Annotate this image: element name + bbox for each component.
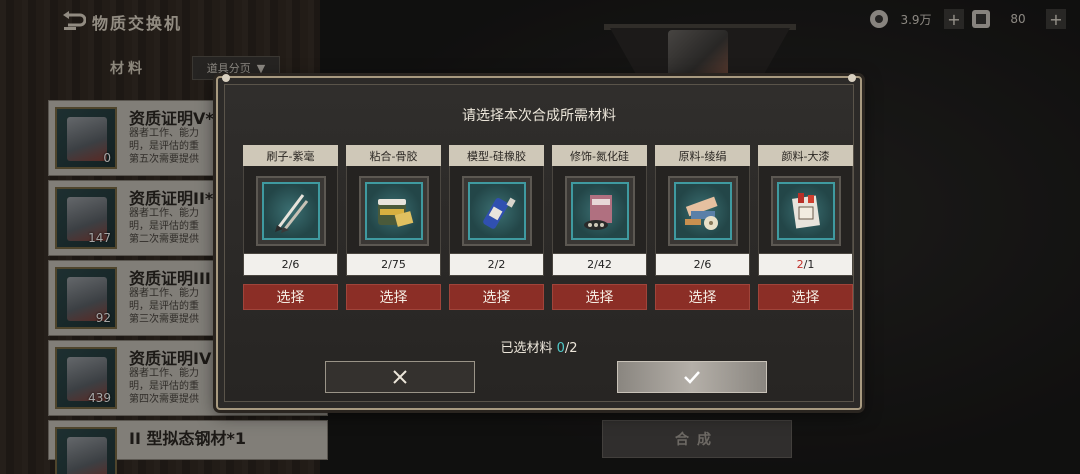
need-count: 6 bbox=[704, 258, 712, 271]
selected-materials-status: 已选材料 0/2 bbox=[500, 341, 578, 356]
slot-frame[interactable] bbox=[771, 176, 841, 246]
material-slot: 粘合-骨胶 2/75 选择 bbox=[346, 145, 441, 310]
material-slot: 修饰-氮化硅 2/42 选择 bbox=[552, 145, 647, 310]
cancel-button[interactable] bbox=[325, 361, 475, 393]
material-slot: 颜料-大漆 2/1 选择 bbox=[758, 145, 853, 310]
check-icon bbox=[684, 371, 700, 384]
slot-frame[interactable] bbox=[256, 176, 326, 246]
selected-label: 已选材料 bbox=[500, 341, 553, 356]
have-count: 2 bbox=[281, 258, 289, 271]
slot-label: 模型-硅橡胶 bbox=[449, 145, 544, 166]
need-count: 2 bbox=[498, 258, 506, 271]
close-icon bbox=[393, 370, 407, 384]
material-slot: 刷子-紫毫 2/6 选择 bbox=[243, 145, 338, 310]
silicone-tube-icon bbox=[483, 197, 516, 229]
need-count: 1 bbox=[807, 258, 815, 271]
slot-count: 2/6 bbox=[243, 254, 338, 276]
have-count: 2 bbox=[587, 258, 595, 271]
have-count: 2 bbox=[381, 258, 389, 271]
powder-packet-icon bbox=[584, 195, 612, 230]
brush-icon bbox=[275, 194, 309, 233]
slot-frame[interactable] bbox=[565, 176, 635, 246]
slot-label: 粘合-骨胶 bbox=[346, 145, 441, 166]
pin-icon bbox=[222, 74, 230, 82]
slot-count: 2/1 bbox=[758, 254, 853, 276]
have-count: 2 bbox=[693, 258, 701, 271]
select-button[interactable]: 选择 bbox=[655, 284, 750, 310]
selected-current: 0 bbox=[556, 341, 565, 356]
silk-roll-icon bbox=[685, 196, 718, 230]
select-button[interactable]: 选择 bbox=[346, 284, 441, 310]
material-select-dialog: 请选择本次合成所需材料 刷子-紫毫 2 / 6 选择 粘合-骨胶 2 / 75 … bbox=[216, 74, 862, 410]
select-button[interactable]: 选择 bbox=[758, 284, 853, 310]
slot-label: 刷子-紫毫 bbox=[243, 145, 338, 166]
slot-label: 原料-绫绢 bbox=[655, 145, 750, 166]
slot-label: 颜料-大漆 bbox=[758, 145, 853, 166]
select-button[interactable]: 选择 bbox=[449, 284, 544, 310]
material-slots: 刷子-紫毫 2/6 选择 粘合-骨胶 2 / 75 选择 模型-硅橡胶 2 / … bbox=[243, 145, 853, 310]
need-count: 75 bbox=[391, 258, 406, 271]
selected-total: 2 bbox=[569, 341, 578, 356]
dialog-body: 请选择本次合成所需材料 刷子-紫毫 2 / 6 选择 粘合-骨胶 2 / 75 … bbox=[224, 84, 854, 402]
slot-frame[interactable] bbox=[668, 176, 738, 246]
slot-label: 修饰-氮化硅 bbox=[552, 145, 647, 166]
material-slot: 模型-硅橡胶 2/2 选择 bbox=[449, 145, 544, 310]
slot-frame[interactable] bbox=[462, 176, 532, 246]
have-count: 2 bbox=[487, 258, 495, 271]
need-count: 42 bbox=[597, 258, 612, 271]
slot-count: 2/75 bbox=[346, 254, 441, 276]
select-button[interactable]: 选择 bbox=[243, 284, 338, 310]
confirm-button[interactable] bbox=[617, 361, 767, 393]
slot-count: 2/42 bbox=[552, 254, 647, 276]
select-button[interactable]: 选择 bbox=[552, 284, 647, 310]
dialog-title: 请选择本次合成所需材料 bbox=[462, 108, 616, 124]
slot-count: 2/6 bbox=[655, 254, 750, 276]
material-slot: 原料-绫绢 2/6 选择 bbox=[655, 145, 750, 310]
have-count: 2 bbox=[796, 258, 804, 271]
need-count: 6 bbox=[292, 258, 300, 271]
pin-icon bbox=[848, 74, 856, 82]
lacquer-pack-icon bbox=[792, 193, 820, 229]
slot-frame[interactable] bbox=[359, 176, 429, 246]
glue-jar-icon bbox=[378, 199, 414, 227]
slot-count: 2/2 bbox=[449, 254, 544, 276]
